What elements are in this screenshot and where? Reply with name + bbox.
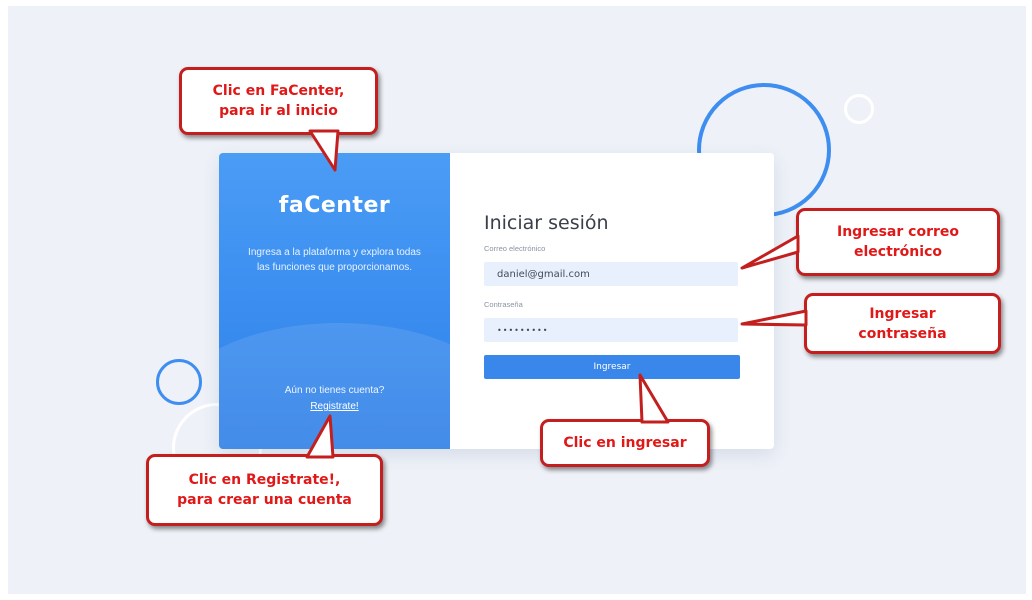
callout-email: Ingresar correo electrónico xyxy=(796,208,1000,276)
callout-facenter: Clic en FaCenter, para ir al inicio xyxy=(179,67,378,135)
login-form: Iniciar sesión Correo electrónico Contra… xyxy=(450,153,774,449)
decorative-circle xyxy=(156,359,202,405)
login-title: Iniciar sesión xyxy=(484,212,609,234)
no-account-text: Aún no tienes cuenta? xyxy=(284,385,385,396)
callout-register: Clic en Registrate!, para crear una cuen… xyxy=(146,454,383,526)
callout-text: Clic en ingresar xyxy=(563,435,687,451)
callout-text: Ingresar correo xyxy=(837,224,959,240)
callout-text: Clic en Registrate!, xyxy=(188,472,341,488)
welcome-panel: faCenter Ingresa a la plataforma y explo… xyxy=(219,153,450,449)
login-button[interactable]: Ingresar xyxy=(484,355,740,379)
email-label: Correo electrónico xyxy=(484,244,546,253)
brand-logo-link[interactable]: faCenter xyxy=(219,193,450,218)
password-label: Contraseña xyxy=(484,300,523,309)
callout-text: Clic en FaCenter, xyxy=(212,83,345,99)
callout-text: contraseña xyxy=(858,325,947,342)
callout-password: Ingresar contraseña xyxy=(804,293,1001,354)
decorative-circle xyxy=(844,94,874,124)
email-field[interactable] xyxy=(484,262,738,286)
register-link[interactable]: Registrate! xyxy=(219,401,450,412)
welcome-tagline: Ingresa a la plataforma y explora todas … xyxy=(248,247,421,273)
login-card: faCenter Ingresa a la plataforma y explo… xyxy=(219,153,774,449)
callout-text: para ir al inicio xyxy=(219,103,338,119)
password-field[interactable] xyxy=(484,318,738,342)
callout-text: electrónico xyxy=(854,244,942,260)
callout-ingresar: Clic en ingresar xyxy=(540,419,710,467)
callout-text: Ingresar xyxy=(869,305,936,322)
callout-text: para crear una cuenta xyxy=(177,492,352,508)
